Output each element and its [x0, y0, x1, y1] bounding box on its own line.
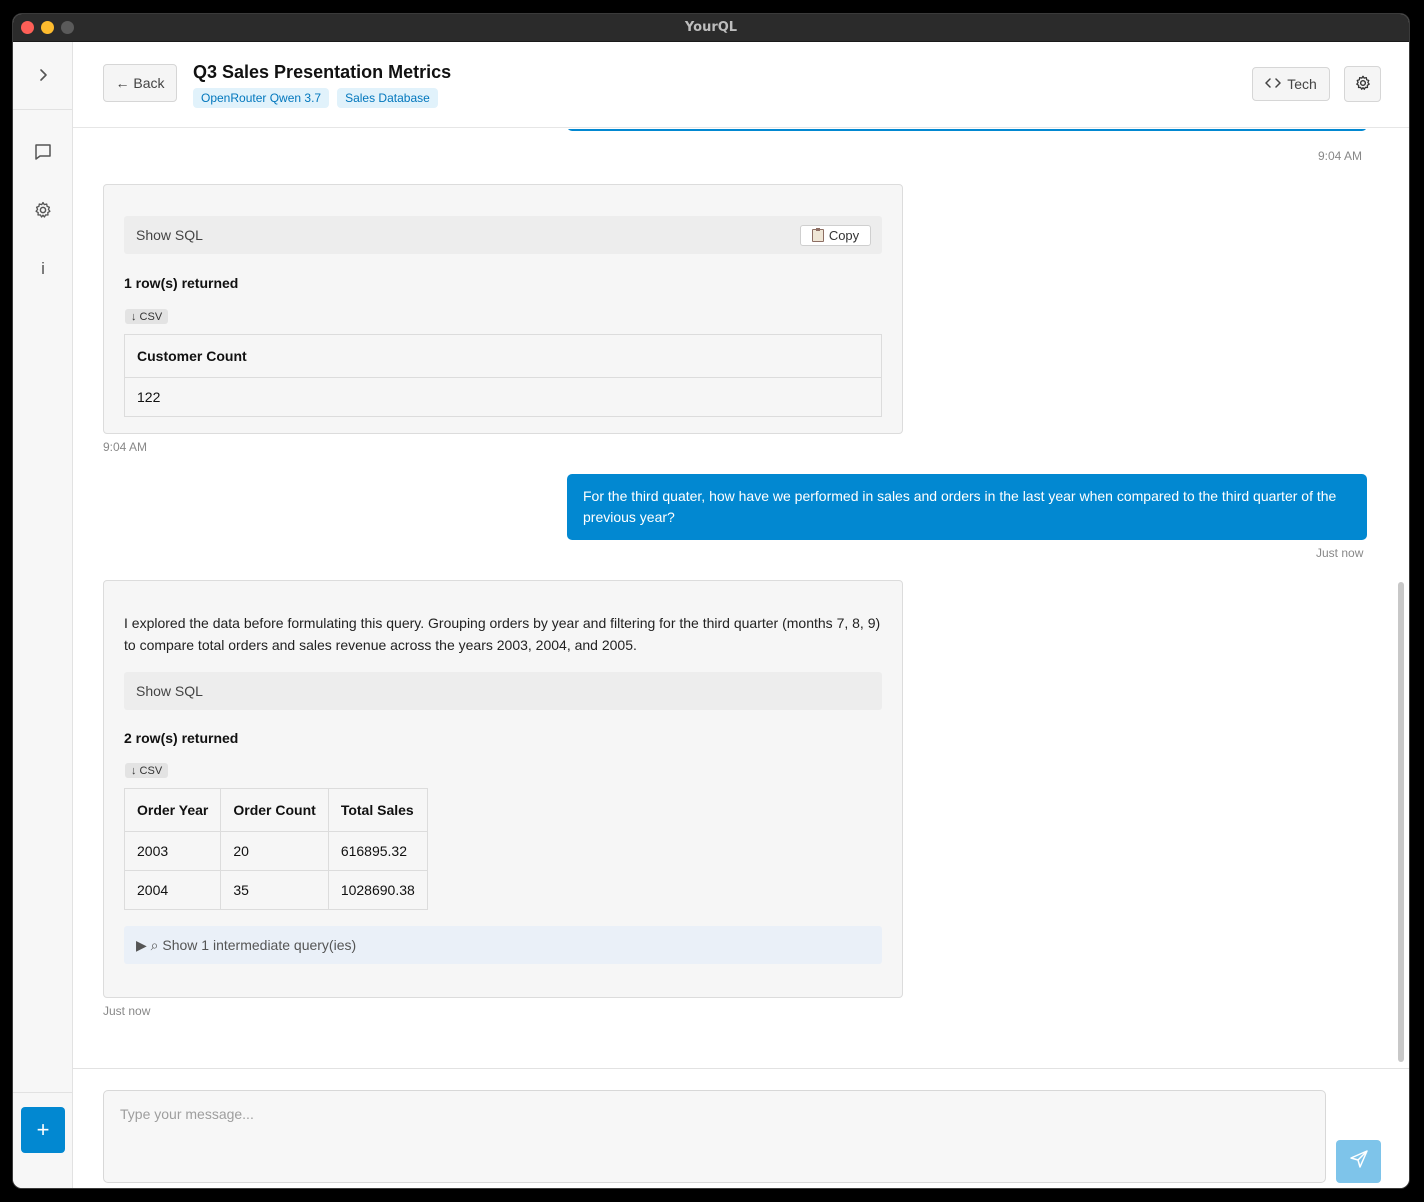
- result-table: Order Year Order Count Total Sales 2003 …: [123, 788, 428, 910]
- message-composer: [73, 1068, 1409, 1188]
- rows-returned-label: 1 row(s) returned: [124, 275, 239, 291]
- message-timestamp: 9:04 AM: [1318, 149, 1363, 163]
- table-cell: 2004: [123, 870, 222, 910]
- expand-sidebar-chevron-icon[interactable]: [27, 59, 59, 91]
- query-result-card: I explored the data before formulating t…: [103, 580, 903, 998]
- table-row: 2003 20 616895.32: [123, 831, 428, 871]
- table-row: 2004 35 1028690.38: [123, 870, 428, 910]
- send-icon: [1349, 1149, 1369, 1174]
- show-sql-toggle[interactable]: Show SQL Copy: [124, 216, 882, 254]
- copy-sql-button[interactable]: Copy: [800, 225, 871, 246]
- app-window: YourQL i + ← Back Q3 Sales Presentation …: [12, 13, 1410, 1189]
- chat-header: ← Back Q3 Sales Presentation Metrics Ope…: [73, 42, 1409, 128]
- table-cell: 1028690.38: [327, 870, 428, 910]
- table-row: 122: [124, 377, 882, 417]
- plus-icon: +: [36, 1117, 50, 1142]
- intermediate-queries-toggle[interactable]: ▶ ⌕ Show 1 intermediate query(ies): [124, 926, 882, 964]
- window-title: YourQL: [684, 20, 738, 35]
- user-message-bubble: For the third quater, how have we perfor…: [567, 474, 1367, 540]
- previous-user-message: [567, 129, 1367, 131]
- back-button[interactable]: ← Back: [103, 64, 177, 102]
- message-input[interactable]: [103, 1090, 1326, 1183]
- rows-returned-label: 2 row(s) returned: [124, 730, 239, 746]
- assistant-explanation: I explored the data before formulating t…: [124, 615, 881, 653]
- message-timestamp: Just now: [1316, 546, 1364, 560]
- copy-label: Copy: [828, 228, 860, 243]
- table-cell: 35: [220, 870, 329, 910]
- message-timestamp: 9:04 AM: [103, 440, 148, 454]
- chat-settings-button[interactable]: [1344, 66, 1381, 102]
- message-list: 9:04 AM Show SQL Copy 1 row(s) returned …: [73, 129, 1409, 1067]
- sidebar-divider-bottom: [13, 1092, 73, 1093]
- chat-title: Q3 Sales Presentation Metrics: [193, 62, 452, 82]
- show-sql-label: Show SQL: [136, 227, 203, 243]
- settings-gear-icon[interactable]: [27, 194, 59, 226]
- gear-icon: [1354, 74, 1372, 95]
- table-cell: 20: [220, 831, 329, 871]
- table-cell: 122: [124, 377, 882, 417]
- clipboard-icon: [811, 228, 824, 242]
- chat-tags: OpenRouter Qwen 3.7 Sales Database: [193, 88, 438, 108]
- chat-icon[interactable]: [27, 136, 59, 168]
- new-chat-button[interactable]: +: [21, 1107, 65, 1153]
- show-sql-toggle[interactable]: Show SQL: [124, 672, 882, 710]
- database-tag: Sales Database: [337, 88, 438, 108]
- title-bar: YourQL: [13, 14, 1409, 42]
- scrollbar-thumb[interactable]: [1398, 582, 1404, 1062]
- column-header: Order Count: [220, 788, 329, 832]
- tech-label: Tech: [1287, 76, 1317, 92]
- column-header: Customer Count: [124, 334, 882, 378]
- message-timestamp: Just now: [103, 1004, 151, 1018]
- info-icon[interactable]: i: [27, 253, 59, 285]
- download-csv-button[interactable]: ↓ CSV: [125, 763, 169, 778]
- column-header: Order Year: [123, 788, 222, 832]
- sidebar: i +: [13, 42, 73, 1188]
- message-scrollbar[interactable]: [1395, 129, 1405, 1067]
- code-icon: [1265, 76, 1281, 92]
- sidebar-divider: [13, 109, 73, 110]
- send-button[interactable]: [1336, 1140, 1381, 1183]
- table-cell: 616895.32: [327, 831, 428, 871]
- table-cell: 2003: [123, 831, 222, 871]
- tech-button[interactable]: Tech: [1252, 67, 1330, 101]
- result-table: Customer Count 122: [124, 334, 882, 417]
- column-header: Total Sales: [327, 788, 428, 832]
- query-result-card: Show SQL Copy 1 row(s) returned ↓ CSV Cu…: [103, 184, 903, 434]
- download-csv-button[interactable]: ↓ CSV: [125, 309, 169, 324]
- main-panel: ← Back Q3 Sales Presentation Metrics Ope…: [73, 42, 1409, 1188]
- model-tag: OpenRouter Qwen 3.7: [193, 88, 330, 108]
